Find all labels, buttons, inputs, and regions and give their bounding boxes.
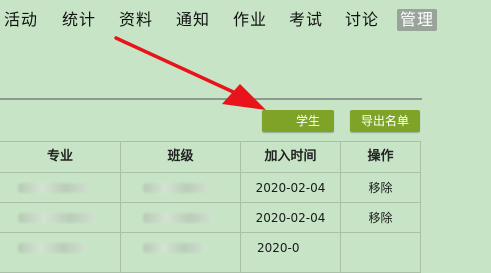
section-divider: [0, 98, 422, 100]
tab-management[interactable]: 管理: [397, 9, 438, 31]
join-time-cell: 2020-02-04: [241, 203, 341, 233]
remove-link[interactable]: 移除: [341, 173, 421, 203]
redacted-text: [143, 183, 209, 193]
student-table: 专业 班级 加入时间 操作 2020-02-04 移除 2020-02-04 移…: [0, 141, 421, 273]
class-cell: [121, 233, 241, 273]
redacted-text: [143, 213, 213, 223]
tab-discussion[interactable]: 讨论: [345, 9, 379, 31]
redacted-text: [18, 213, 96, 223]
tab-materials[interactable]: 资料: [119, 9, 153, 31]
major-cell: [0, 233, 121, 273]
tab-statistics[interactable]: 统计: [62, 9, 96, 31]
top-nav: 活动 统计 资料 通知 作业 考试 讨论 管理: [0, 0, 491, 40]
redacted-text: [143, 243, 205, 253]
add-student-label: 学生: [295, 114, 320, 128]
export-list-button[interactable]: 导出名单: [350, 110, 420, 132]
redacted-text: [18, 243, 86, 253]
header-class[interactable]: 班级: [121, 142, 241, 173]
join-time-cell: 2020-02-04: [241, 173, 341, 203]
redacted-text: [18, 183, 90, 193]
major-cell: [0, 173, 121, 203]
tab-notifications[interactable]: 通知: [176, 9, 210, 31]
class-cell: [121, 203, 241, 233]
header-action: 操作: [341, 142, 421, 173]
remove-link[interactable]: 移除: [341, 203, 421, 233]
tab-exams[interactable]: 考试: [289, 9, 323, 31]
class-cell: [121, 173, 241, 203]
header-join-time[interactable]: 加入时间: [241, 142, 341, 173]
add-student-button[interactable]: 学生: [262, 110, 334, 132]
header-major[interactable]: 专业: [0, 142, 121, 173]
tab-activity[interactable]: 活动: [4, 9, 38, 31]
remove-link[interactable]: [341, 233, 421, 273]
major-cell: [0, 203, 121, 233]
tab-homework[interactable]: 作业: [233, 9, 267, 31]
join-time-cell: 2020-0: [241, 233, 341, 273]
